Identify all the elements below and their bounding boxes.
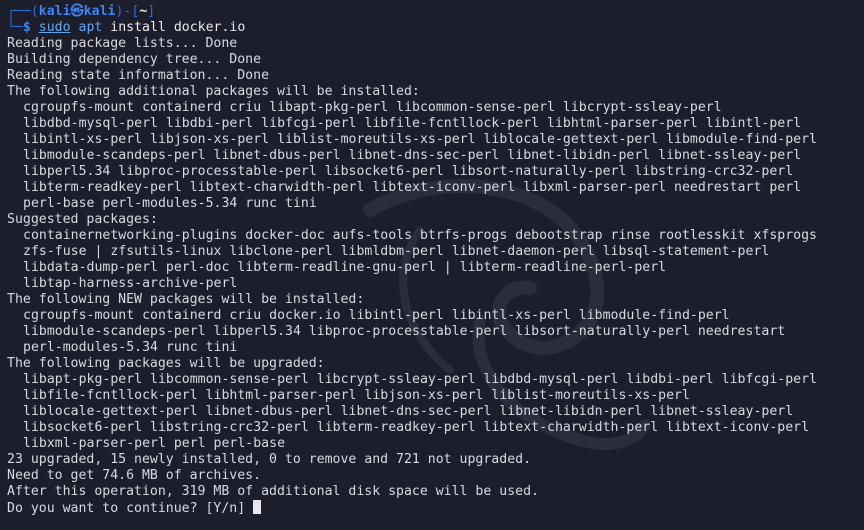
output-line: libtap-harness-archive-perl (23, 276, 238, 291)
output-line: Reading state information... Done (7, 68, 270, 83)
output-line: The following additional packages will b… (7, 84, 420, 99)
output-line: perl-modules-5.34 runc tini (23, 340, 238, 355)
prompt-at-symbol: ㉿ (70, 4, 84, 19)
output-line: Reading package lists... Done (7, 36, 238, 51)
prompt-dollar: $ (22, 20, 31, 35)
output-line: liblocale-gettext-perl libnet-dbus-perl … (23, 404, 794, 419)
output-line: Suggested packages: (7, 212, 158, 227)
output-line: libterm-readkey-perl libtext-charwidth-p… (23, 180, 802, 195)
continue-prompt-line[interactable]: Do you want to continue? [Y/n] (7, 500, 864, 516)
continue-prompt: Do you want to continue? [Y/n] (7, 501, 254, 516)
prompt-corner-bottom: └─ (7, 20, 23, 35)
output-line: libfile-fcntllock-perl libhtml-parser-pe… (23, 388, 690, 403)
output-line: Building dependency tree... Done (7, 52, 262, 67)
output-line: After this operation, 319 MB of addition… (7, 484, 539, 499)
output-line: libmodule-scandeps-perl libperl5.34 libp… (23, 324, 786, 339)
block-cursor-icon[interactable] (253, 500, 262, 514)
command-apt: apt (78, 20, 103, 35)
output-line: libmodule-scandeps-perl libnet-dbus-perl… (23, 148, 802, 163)
prompt-user: kali (38, 4, 71, 19)
prompt-separator: )-[ (115, 4, 140, 19)
output-line: perl-base perl-modules-5.34 runc tini (23, 196, 317, 211)
output-line: 23 upgraded, 15 newly installed, 0 to re… (7, 452, 532, 467)
output-line: libdata-dump-perl perl-doc libterm-readl… (23, 260, 667, 275)
output-line: libsocket6-perl libstring-crc32-perl lib… (23, 420, 810, 435)
output-line: cgroupfs-mount containerd criu libapt-pk… (23, 100, 722, 115)
output-line: libperl5.34 libproc-processtable-perl li… (23, 164, 794, 179)
output-line: containernetworking-plugins docker-doc a… (23, 228, 817, 243)
output-line: libapt-pkg-perl libcommon-sense-perl lib… (23, 372, 817, 387)
apt-output: Reading package lists... Done Building de… (7, 36, 864, 500)
command-line: └─$ sudo apt install docker.io (7, 20, 864, 36)
prompt-host: kali (83, 4, 116, 19)
command-args: install docker.io (110, 20, 246, 35)
prompt-close-bracket: ] (147, 4, 156, 19)
prompt-corner-top: ┌──( (7, 4, 39, 19)
output-line: cgroupfs-mount containerd criu docker.io… (23, 308, 730, 323)
command-sudo: sudo (38, 20, 71, 35)
output-line: libxml-parser-perl perl perl-base (23, 436, 286, 451)
output-line: zfs-fuse | zfsutils-linux libclone-perl … (23, 244, 770, 259)
output-line: The following NEW packages will be insta… (7, 292, 365, 307)
prompt-line-top: ┌──(kali㉿kali)-[~] (7, 4, 864, 20)
terminal-window[interactable]: ┌──(kali㉿kali)-[~] └─$ sudo apt install … (0, 0, 864, 530)
output-line: libdbd-mysql-perl libdbi-perl libfcgi-pe… (23, 116, 802, 131)
output-line: libintl-xs-perl libjson-xs-perl liblist-… (23, 132, 817, 147)
terminal-output: ┌──(kali㉿kali)-[~] └─$ sudo apt install … (7, 4, 864, 516)
output-line: The following packages will be upgraded: (7, 356, 325, 371)
output-line: Need to get 74.6 MB of archives. (7, 468, 262, 483)
